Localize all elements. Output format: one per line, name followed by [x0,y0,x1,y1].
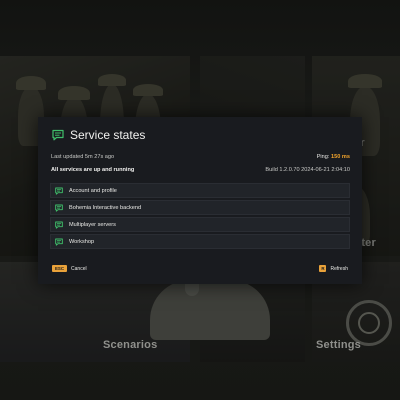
status-summary: All services are up and running [51,167,135,173]
last-updated-text: Last updated 5m 27s ago [51,154,115,160]
service-row[interactable]: Bohemia Interactive backend [50,200,350,215]
tile-label-scenarios: Scenarios [103,339,158,351]
ping-readout: Ping: 150 ms [317,154,350,160]
cancel-label: Cancel [71,265,87,272]
ping-value: 150 ms [331,154,350,160]
esc-key-hint: ESC [52,265,68,272]
service-states-dialog: Service states Last updated 5m 27s ago A… [38,117,362,284]
service-label: Account and profile [69,187,117,194]
dialog-title: Service states [70,128,146,142]
service-ok-icon [55,187,63,195]
tile-label-settings: Settings [316,339,361,351]
service-ok-icon [55,238,63,246]
tank-turret-image [150,280,270,340]
service-list: Account and profile Bohemia Interactive … [50,183,350,251]
service-label: Workshop [69,238,95,245]
service-ok-icon [55,204,63,212]
refresh-button[interactable]: R Refresh [319,265,348,272]
service-row[interactable]: Account and profile [50,183,350,198]
gauge-inner-image [358,312,380,334]
build-info: Build 1.2.0.70 2024-06-21 2:04:10 [265,167,350,173]
refresh-label: Refresh [330,265,348,272]
service-label: Multiplayer servers [69,221,116,228]
cancel-button[interactable]: ESC Cancel [52,265,87,272]
ping-label: Ping: [316,154,330,160]
service-ok-icon [55,221,63,229]
r-key-hint: R [319,265,327,272]
message-icon [52,129,64,141]
service-label: Bohemia Interactive backend [69,204,142,211]
service-row[interactable]: Workshop [50,234,350,249]
dialog-header: Service states [52,128,145,142]
service-row[interactable]: Multiplayer servers [50,217,350,232]
